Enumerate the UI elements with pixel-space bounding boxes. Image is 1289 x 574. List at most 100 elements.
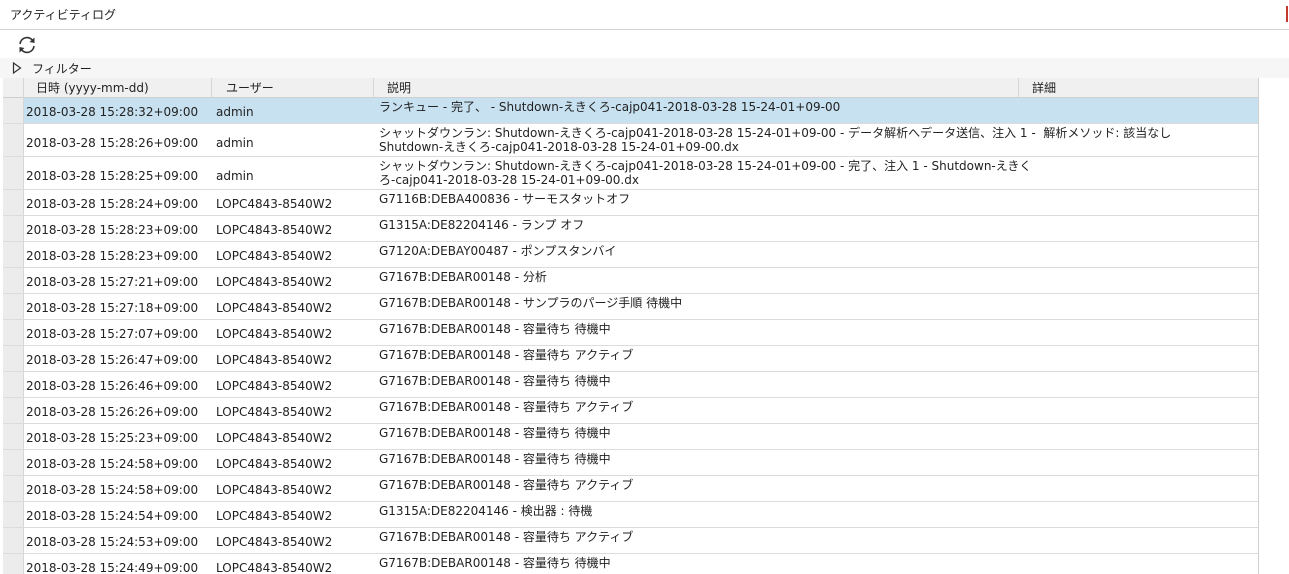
- filter-toggle[interactable]: フィルター: [0, 58, 1289, 78]
- toolbar: [0, 31, 1289, 58]
- cell-datetime: 2018-03-28 15:28:23+09:00: [26, 249, 199, 263]
- cell-datetime: 2018-03-28 15:28:32+09:00: [26, 105, 199, 119]
- cell-datetime: 2018-03-28 15:25:23+09:00: [26, 431, 199, 445]
- cell-datetime: 2018-03-28 15:24:54+09:00: [26, 509, 199, 523]
- cell-description: G7167B:DEBAR00148 - 分析: [379, 270, 547, 284]
- cell-user: LOPC4843-8540W2: [216, 509, 333, 523]
- table-row[interactable]: 2018-03-28 15:28:23+09:00 LOPC4843-8540W2…: [3, 216, 1258, 242]
- refresh-button[interactable]: [14, 34, 40, 56]
- cell-description: G7167B:DEBAR00148 - 容量待ち 待機中: [379, 426, 611, 440]
- cell-user: LOPC4843-8540W2: [216, 223, 333, 237]
- cell-datetime: 2018-03-28 15:24:53+09:00: [26, 535, 199, 549]
- title-accent-bar: [1286, 6, 1288, 22]
- row-header[interactable]: [3, 528, 24, 553]
- cell-user: LOPC4843-8540W2: [216, 431, 333, 445]
- table-row[interactable]: 2018-03-28 15:24:54+09:00 LOPC4843-8540W2…: [3, 502, 1258, 528]
- cell-description: G7167B:DEBAR00148 - 容量待ち アクティブ: [379, 348, 634, 362]
- cell-datetime: 2018-03-28 15:28:24+09:00: [26, 197, 199, 211]
- table-row[interactable]: 2018-03-28 15:28:26+09:00 admin シャットダウンラン:…: [3, 124, 1258, 157]
- row-header[interactable]: [3, 424, 24, 449]
- cell-description: G7167B:DEBAR00148 - 容量待ち 待機中: [379, 322, 611, 336]
- row-header[interactable]: [3, 294, 24, 319]
- cell-description: シャットダウンラン: Shutdown-えきくろ-cajp041-2018-03…: [379, 126, 1172, 154]
- cell-user: LOPC4843-8540W2: [216, 561, 333, 574]
- row-header[interactable]: [3, 476, 24, 501]
- row-header[interactable]: [3, 320, 24, 345]
- cell-datetime: 2018-03-28 15:26:46+09:00: [26, 379, 199, 393]
- table-row[interactable]: 2018-03-28 15:26:26+09:00 LOPC4843-8540W2…: [3, 398, 1258, 424]
- cell-description: G7167B:DEBAR00148 - 容量待ち アクティブ: [379, 400, 634, 414]
- activity-log-table: 日時 (yyyy-mm-dd) ユーザー 説明 詳細 2018-03-28 15…: [3, 78, 1259, 574]
- row-header[interactable]: [3, 124, 24, 156]
- cell-description: G7116B:DEBA400836 - サーモスタットオフ: [379, 192, 631, 206]
- cell-description: G1315A:DE82204146 - ランプ オフ: [379, 218, 585, 232]
- table-row[interactable]: 2018-03-28 15:28:32+09:00 admin ランキュー - 完了…: [3, 98, 1258, 124]
- row-header[interactable]: [3, 190, 24, 215]
- table-row[interactable]: 2018-03-28 15:27:21+09:00 LOPC4843-8540W2…: [3, 268, 1258, 294]
- table-row[interactable]: 2018-03-28 15:27:18+09:00 LOPC4843-8540W2…: [3, 294, 1258, 320]
- cell-datetime: 2018-03-28 15:27:18+09:00: [26, 301, 199, 315]
- cell-description: G7167B:DEBAR00148 - 容量待ち アクティブ: [379, 530, 634, 544]
- cell-user: LOPC4843-8540W2: [216, 535, 333, 549]
- cell-datetime: 2018-03-28 15:28:23+09:00: [26, 223, 199, 237]
- cell-datetime: 2018-03-28 15:28:25+09:00: [26, 169, 199, 183]
- table-row[interactable]: 2018-03-28 15:24:53+09:00 LOPC4843-8540W2…: [3, 528, 1258, 554]
- cell-description: G7167B:DEBAR00148 - サンプラのパージ手順 待機中: [379, 296, 683, 310]
- activity-log-window: アクティビティログ フィルター 日時 (yyyy-mm-dd) ユーザー 説明 …: [0, 0, 1289, 574]
- row-header[interactable]: [3, 372, 24, 397]
- cell-user: LOPC4843-8540W2: [216, 301, 333, 315]
- cell-datetime: 2018-03-28 15:28:26+09:00: [26, 136, 199, 150]
- cell-description: G1315A:DE82204146 - 検出器 : 待機: [379, 504, 593, 518]
- cell-description: G7167B:DEBAR00148 - 容量待ち 待機中: [379, 374, 611, 388]
- table-row[interactable]: 2018-03-28 15:28:25+09:00 admin シャットダウンラン:…: [3, 157, 1258, 190]
- row-header[interactable]: [3, 268, 24, 293]
- cell-user: LOPC4843-8540W2: [216, 197, 333, 211]
- cell-user: LOPC4843-8540W2: [216, 275, 333, 289]
- table-row[interactable]: 2018-03-28 15:26:46+09:00 LOPC4843-8540W2…: [3, 372, 1258, 398]
- table-row[interactable]: 2018-03-28 15:24:58+09:00 LOPC4843-8540W2…: [3, 450, 1258, 476]
- table-row[interactable]: 2018-03-28 15:24:49+09:00 LOPC4843-8540W2…: [3, 554, 1258, 574]
- cell-datetime: 2018-03-28 15:24:58+09:00: [26, 457, 199, 471]
- expand-arrow-icon: [12, 62, 22, 74]
- table-row[interactable]: 2018-03-28 15:27:07+09:00 LOPC4843-8540W2…: [3, 320, 1258, 346]
- row-header[interactable]: [3, 157, 24, 189]
- table-body: 2018-03-28 15:28:32+09:00 admin ランキュー - 完了…: [3, 98, 1258, 574]
- column-header-description[interactable]: 説明: [374, 78, 1019, 98]
- table-header: 日時 (yyyy-mm-dd) ユーザー 説明 詳細: [3, 78, 1258, 98]
- table-row[interactable]: 2018-03-28 15:24:58+09:00 LOPC4843-8540W2…: [3, 476, 1258, 502]
- row-header[interactable]: [3, 398, 24, 423]
- row-header[interactable]: [3, 242, 24, 267]
- table-row[interactable]: 2018-03-28 15:28:23+09:00 LOPC4843-8540W2…: [3, 242, 1258, 268]
- cell-description: G7167B:DEBAR00148 - 容量待ち 待機中: [379, 556, 611, 570]
- cell-datetime: 2018-03-28 15:27:07+09:00: [26, 327, 199, 341]
- cell-user: admin: [216, 169, 254, 183]
- row-header[interactable]: [3, 502, 24, 527]
- cell-datetime: 2018-03-28 15:27:21+09:00: [26, 275, 199, 289]
- cell-datetime: 2018-03-28 15:24:58+09:00: [26, 483, 199, 497]
- column-header-details[interactable]: 詳細: [1019, 78, 1258, 98]
- cell-user: admin: [216, 136, 254, 150]
- row-header[interactable]: [3, 554, 24, 574]
- column-header-user[interactable]: ユーザー: [212, 78, 374, 98]
- row-header[interactable]: [3, 346, 24, 371]
- cell-user: LOPC4843-8540W2: [216, 353, 333, 367]
- table-row[interactable]: 2018-03-28 15:26:47+09:00 LOPC4843-8540W2…: [3, 346, 1258, 372]
- cell-description: シャットダウンラン: Shutdown-えきくろ-cajp041-2018-03…: [379, 159, 1032, 187]
- row-header[interactable]: [3, 98, 24, 123]
- row-header[interactable]: [3, 216, 24, 241]
- cell-description: G7167B:DEBAR00148 - 容量待ち 待機中: [379, 452, 611, 466]
- cell-datetime: 2018-03-28 15:26:47+09:00: [26, 353, 199, 367]
- cell-description: G7167B:DEBAR00148 - 容量待ち アクティブ: [379, 478, 634, 492]
- cell-datetime: 2018-03-28 15:26:26+09:00: [26, 405, 199, 419]
- title-bar: アクティビティログ: [0, 0, 1289, 30]
- window-title: アクティビティログ: [10, 8, 116, 22]
- cell-user: LOPC4843-8540W2: [216, 249, 333, 263]
- column-header-datetime[interactable]: 日時 (yyyy-mm-dd): [24, 78, 212, 98]
- row-header[interactable]: [3, 450, 24, 475]
- table-row[interactable]: 2018-03-28 15:28:24+09:00 LOPC4843-8540W2…: [3, 190, 1258, 216]
- cell-description: ランキュー - 完了、 - Shutdown-えきくろ-cajp041-2018…: [379, 100, 841, 114]
- cell-user: admin: [216, 105, 254, 119]
- cell-user: LOPC4843-8540W2: [216, 457, 333, 471]
- row-header-corner: [3, 78, 24, 98]
- table-row[interactable]: 2018-03-28 15:25:23+09:00 LOPC4843-8540W2…: [3, 424, 1258, 450]
